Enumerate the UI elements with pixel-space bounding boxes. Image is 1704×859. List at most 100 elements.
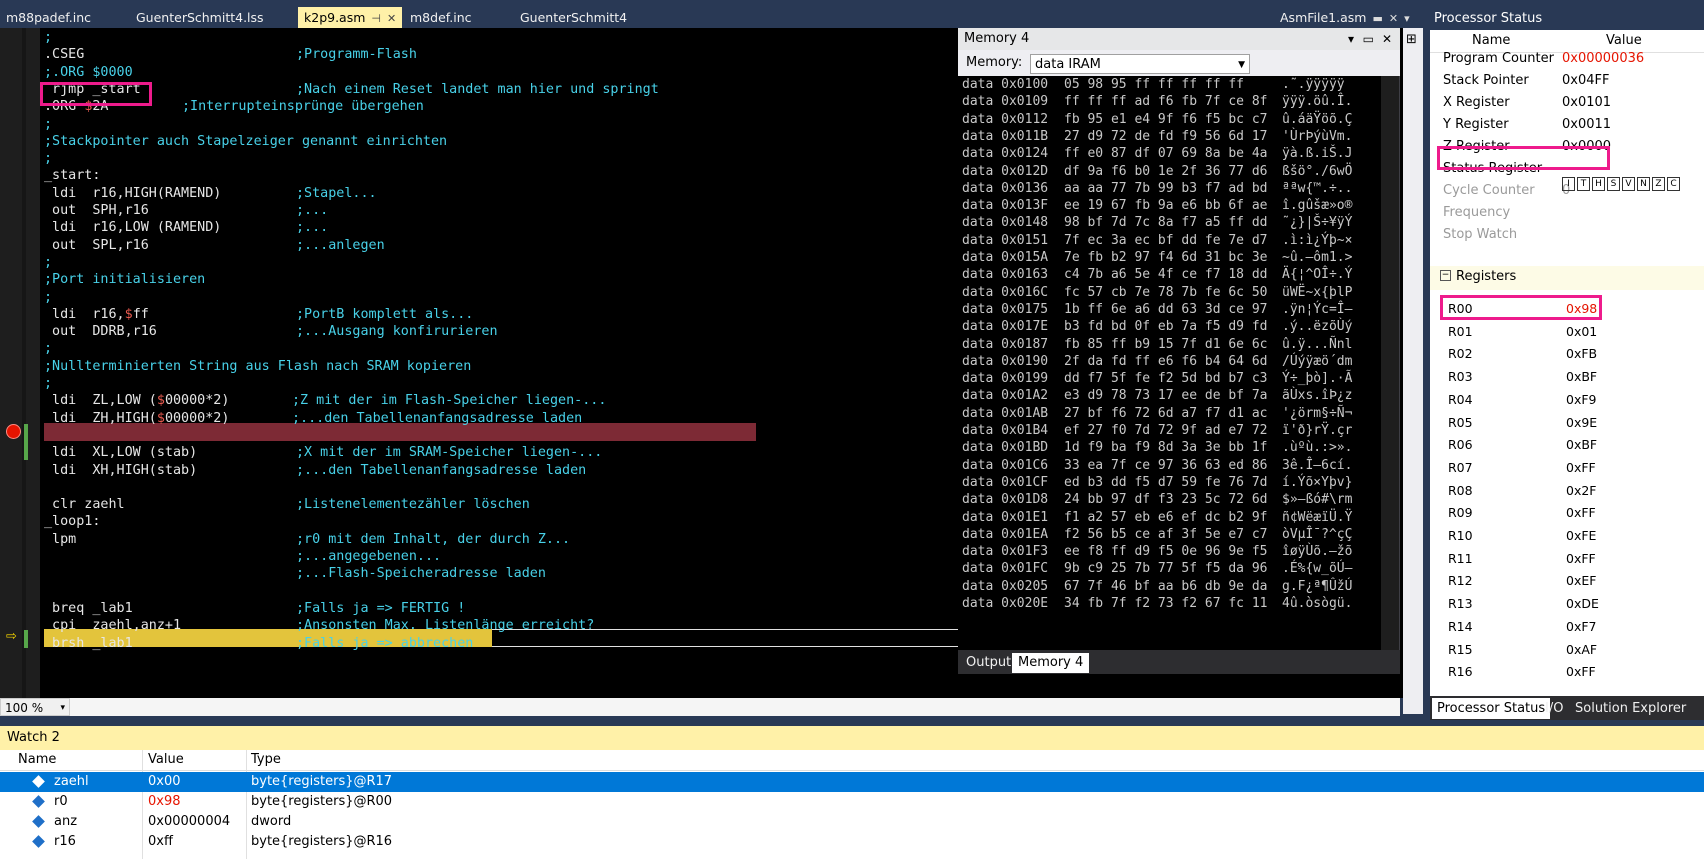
watch-value[interactable]: 0x00000004 xyxy=(148,812,230,832)
register-value[interactable]: 0x01 xyxy=(1566,320,1597,344)
watch-name[interactable]: zaehl xyxy=(54,772,89,792)
memory-window-title: Memory 4 xyxy=(964,31,1030,46)
code-text: cpi zaehl,anz+1 xyxy=(44,618,182,634)
close-icon[interactable]: ✕ xyxy=(387,12,396,25)
pin-icon[interactable]: ▬ xyxy=(1372,12,1382,25)
flag-v[interactable]: V xyxy=(1622,176,1635,191)
editor-horizontal-scrollbar[interactable] xyxy=(70,698,1400,716)
register-value[interactable]: 0xFF xyxy=(1566,456,1596,480)
memory-dump[interactable]: data 0x0100 05 98 95 ff ff ff ff ff .˜.ÿÿÿ… xyxy=(958,76,1380,650)
watch-value[interactable]: 0x98 xyxy=(148,792,181,812)
column-header-value[interactable]: Value xyxy=(148,752,184,767)
tab-output[interactable]: Output xyxy=(960,653,1017,673)
watch-value[interactable]: 0xff xyxy=(148,832,173,852)
flag-n[interactable]: N xyxy=(1637,176,1650,191)
tab-solution-explorer[interactable]: Solution Explorer xyxy=(1570,698,1691,719)
memory-type-select[interactable]: data IRAM ▼ xyxy=(1030,54,1250,74)
pin-icon[interactable]: ⊣ xyxy=(371,12,381,25)
editor-gutter[interactable] xyxy=(0,28,40,698)
status-row-y-register[interactable]: Y Register xyxy=(1443,114,1509,136)
code-comment: ;...den Tabellenanfangsadresse laden xyxy=(296,462,586,481)
register-value[interactable]: 0xFB xyxy=(1566,342,1597,366)
memory-ascii: .ùºù.:>». xyxy=(1282,440,1353,456)
registers-section-header[interactable]: − Registers xyxy=(1430,266,1704,290)
column-header-value[interactable]: Value xyxy=(1606,33,1642,48)
watch-name[interactable]: r0 xyxy=(54,792,68,812)
register-value[interactable]: 0xFF xyxy=(1566,501,1596,525)
register-value[interactable]: 0xF9 xyxy=(1566,388,1597,412)
code-comment: ;r0 mit dem Inhalt, der durch Z... xyxy=(296,531,570,550)
split-icon[interactable]: ⊞ xyxy=(1406,32,1417,47)
code-text: out SPL,r16 xyxy=(44,237,149,253)
watch-row[interactable]: r16 0xff byte{registers}@R16 xyxy=(0,832,1704,852)
register-value[interactable]: 0xFF xyxy=(1566,547,1596,571)
collapse-icon[interactable]: − xyxy=(1440,270,1451,281)
maximize-icon[interactable]: ▭ xyxy=(1363,28,1374,50)
watch-name[interactable]: r16 xyxy=(54,832,76,852)
register-value[interactable]: 0x2F xyxy=(1566,479,1597,503)
watch-row[interactable]: r0 0x98 byte{registers}@R00 xyxy=(0,792,1704,812)
tab-io[interactable]: I/O xyxy=(1540,698,1568,719)
tab-guenterschmitt4[interactable]: GuenterSchmitt4 xyxy=(520,7,627,28)
status-row-program-counter[interactable]: Program Counter xyxy=(1443,48,1554,70)
register-value[interactable]: 0xEF xyxy=(1566,569,1596,593)
window-position-icon[interactable]: ▾ xyxy=(1348,28,1354,50)
code-text: ; xyxy=(44,254,53,270)
column-header-type[interactable]: Type xyxy=(251,752,281,767)
code-line: ; xyxy=(44,375,52,394)
zoom-level-select[interactable]: 100 % ▾ xyxy=(0,698,70,716)
close-icon[interactable]: ✕ xyxy=(1389,12,1398,25)
register-value[interactable]: 0xBF xyxy=(1566,433,1597,457)
status-row-stop-watch[interactable]: Stop Watch xyxy=(1443,224,1517,246)
watch-row[interactable]: anz 0x00000004 dword xyxy=(0,812,1704,832)
tab-k2p9-asm[interactable]: k2p9.asm ⊣ ✕ xyxy=(298,7,403,28)
status-row-frequency[interactable]: Frequency xyxy=(1443,202,1510,224)
register-value[interactable]: 0xAF xyxy=(1566,638,1597,662)
memory-row: data 0x0190 2f da fd ff e6 f6 b4 64 6d/Úý… xyxy=(962,353,1352,372)
register-value[interactable]: 0xFE xyxy=(1566,524,1596,548)
watch-name[interactable]: anz xyxy=(54,812,77,832)
tab-asmfile1[interactable]: AsmFile1.asm ▬ ✕ ▾ xyxy=(1280,7,1410,28)
memory-row: data 0x01B4 ef 27 f0 7d 72 9f ad e7 72 ï'ð… xyxy=(962,422,1352,441)
watch-value[interactable]: 0x00 xyxy=(148,772,181,792)
tab-processor-status[interactable]: Processor Status xyxy=(1432,698,1551,719)
register-value[interactable]: 0xFF xyxy=(1566,660,1596,684)
tab-guenterschmitt4-lss[interactable]: GuenterSchmitt4.lss xyxy=(136,7,264,28)
memory-ascii: ªªw{™.÷.. xyxy=(1282,180,1353,196)
tab-label: AsmFile1.asm xyxy=(1280,10,1367,25)
status-row-stack-pointer[interactable]: Stack Pointer xyxy=(1443,70,1529,92)
status-row-cycle-counter[interactable]: Cycle Counter xyxy=(1443,180,1535,202)
flag-h[interactable]: H xyxy=(1592,176,1605,191)
code-line: ; xyxy=(44,116,52,135)
column-header-name[interactable]: Name xyxy=(1472,33,1510,48)
document-tab-bar: m88padef.inc GuenterSchmitt4.lss k2p9.as… xyxy=(0,0,1430,28)
tab-m88padef[interactable]: m88padef.inc xyxy=(6,7,91,28)
chevron-down-icon[interactable]: ▾ xyxy=(1404,12,1410,25)
tab-memory-4[interactable]: Memory 4 xyxy=(1012,653,1090,673)
close-icon[interactable]: ✕ xyxy=(1382,28,1392,50)
memory-row: data 0x0109 ff ff ff ad f6 fb 7f ce 8f ÿÿÿ… xyxy=(962,93,1352,112)
register-value[interactable]: 0x9E xyxy=(1566,411,1597,435)
memory-window-title-bar[interactable]: Memory 4 ▾ ▭ ✕ xyxy=(958,28,1400,50)
memory-row: data 0x01BD 1d f9 ba f9 8d 3a 3e bb 1f .ùº… xyxy=(962,439,1352,458)
flag-i[interactable]: I xyxy=(1562,176,1575,191)
register-value[interactable]: 0xF7 xyxy=(1566,615,1597,639)
memory-hex: fb 95 e1 e4 9f f6 f5 bc c7 xyxy=(1064,111,1268,127)
flag-c[interactable]: C xyxy=(1667,176,1680,191)
tab-m8def-inc[interactable]: m8def.inc xyxy=(410,7,472,28)
watch-row[interactable]: zaehl 0x00 byte{registers}@R17 xyxy=(0,772,1704,792)
register-value[interactable]: 0xBF xyxy=(1566,365,1597,389)
memory-row: data 0x0112 fb 95 e1 e4 9f f6 f5 bc c7 û.á… xyxy=(962,111,1352,130)
status-register-flags: ITHSVNZC xyxy=(1562,172,1682,194)
register-value[interactable]: 0xDE xyxy=(1566,592,1599,616)
code-line: brsh _lab1 xyxy=(44,635,133,654)
flag-s[interactable]: S xyxy=(1607,176,1620,191)
memory-scrollbar[interactable] xyxy=(1381,76,1399,650)
highlight-box-z-register xyxy=(1437,146,1610,170)
flag-z[interactable]: Z xyxy=(1652,176,1665,191)
breakpoint-icon[interactable] xyxy=(6,424,21,439)
flag-t[interactable]: T xyxy=(1577,176,1590,191)
status-row-x-register[interactable]: X Register xyxy=(1443,92,1510,114)
column-header-name[interactable]: Name xyxy=(18,752,56,767)
memory-row: data 0x011B 27 d9 72 de fd f9 56 6d 17 'Ùr… xyxy=(962,128,1352,147)
